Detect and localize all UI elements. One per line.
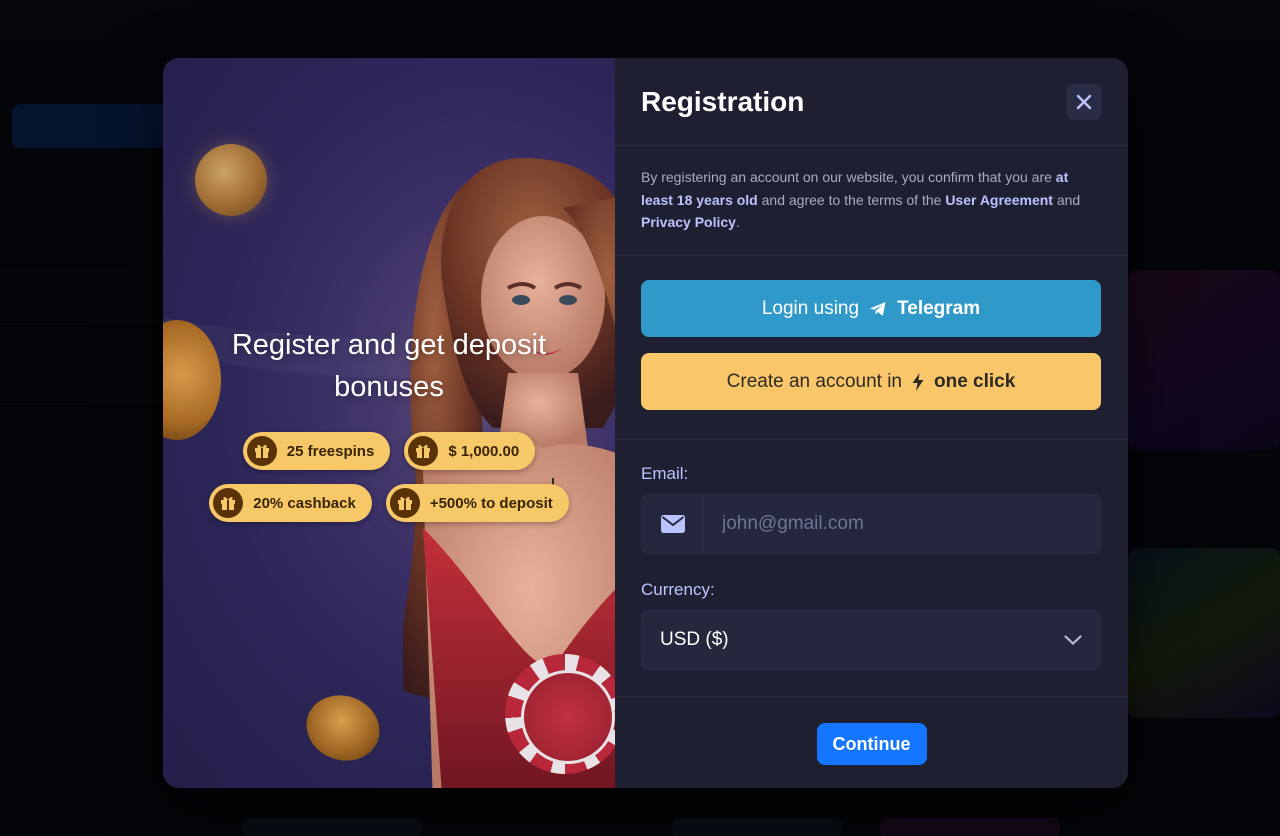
bonus-badge-cashback: 20% cashback	[209, 484, 372, 522]
form-header: Registration	[615, 58, 1128, 146]
bonus-badge-label: 20% cashback	[253, 494, 356, 512]
currency-label: Currency:	[641, 580, 715, 599]
terms-text-part: and	[1052, 191, 1081, 208]
terms-text: By registering an account on our website…	[615, 146, 1128, 256]
form-title: Registration	[641, 85, 805, 117]
terms-text-part: By registering an account on our website…	[641, 169, 1056, 185]
envelope-icon	[642, 494, 704, 554]
telegram-button-prefix: Login using	[761, 297, 860, 319]
bonus-badges: 25 freespins $ 1,000.00 20% cashback +50…	[163, 432, 615, 536]
email-field	[641, 494, 1101, 554]
bonus-badge-label: +500% to deposit	[429, 494, 553, 512]
currency-value: USD ($)	[660, 629, 729, 650]
registration-modal: Register and get deposit bonuses 25 free…	[163, 58, 1128, 788]
gift-icon	[246, 436, 277, 466]
chevron-down-icon	[1064, 635, 1082, 645]
terms-text-part: and agree to the terms of the	[757, 191, 946, 208]
bonus-badge-label: 25 freespins	[286, 442, 375, 460]
decorative-coin	[297, 685, 389, 771]
decorative-casino-chip	[505, 654, 615, 774]
bonus-badge-label: $ 1,000.00	[448, 442, 520, 460]
telegram-login-button[interactable]: Login using Telegram	[641, 280, 1101, 337]
decorative-coin	[195, 144, 267, 216]
form-fields: Email: Currency: USD ($)	[615, 440, 1128, 697]
one-click-button-prefix: Create an account in	[726, 370, 902, 392]
social-login-section: Login using Telegram Create an account i…	[615, 256, 1128, 440]
gift-icon	[213, 488, 244, 518]
registration-form: Registration By registering an account o…	[615, 58, 1128, 788]
gift-icon	[389, 488, 420, 518]
bonus-badge-freespins: 25 freespins	[242, 432, 391, 470]
telegram-icon	[869, 301, 887, 317]
one-click-button-label: one click	[934, 370, 1016, 392]
email-label: Email:	[641, 464, 689, 483]
form-footer: Continue	[615, 697, 1128, 788]
terms-text-part: .	[735, 214, 740, 230]
close-button[interactable]	[1066, 84, 1102, 120]
one-click-register-button[interactable]: Create an account in one click	[641, 353, 1101, 410]
gift-icon	[408, 436, 439, 466]
close-icon	[1076, 94, 1092, 110]
user-agreement-link[interactable]: User Agreement	[945, 192, 1053, 208]
promo-panel: Register and get deposit bonuses 25 free…	[163, 58, 615, 788]
privacy-policy-link[interactable]: Privacy Policy	[641, 214, 736, 230]
telegram-button-label: Telegram	[897, 297, 981, 319]
promo-title: Register and get deposit bonuses	[231, 329, 547, 403]
email-input[interactable]	[704, 495, 1100, 553]
lightning-icon	[912, 372, 924, 391]
currency-select[interactable]: USD ($)	[641, 610, 1101, 670]
continue-button[interactable]: Continue	[816, 723, 927, 765]
bonus-badge-amount: $ 1,000.00	[404, 432, 536, 470]
bonus-badge-deposit: +500% to deposit	[385, 484, 569, 522]
